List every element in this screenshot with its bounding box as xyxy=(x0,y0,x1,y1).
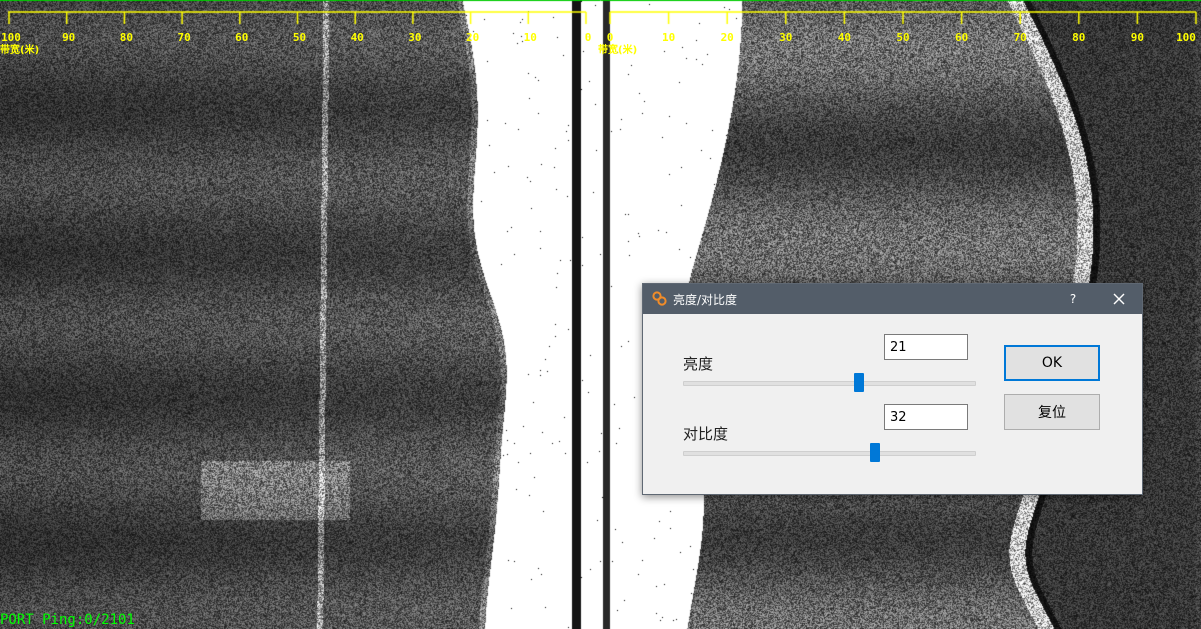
starboard-unit-label: 带宽(米) xyxy=(598,45,638,56)
port-scale-label: 40 xyxy=(350,31,364,44)
port-scale-label: 10 xyxy=(523,31,537,44)
reset-button[interactable]: 复位 xyxy=(1004,394,1100,430)
ping-status-text: PORT Ping:0/2101 xyxy=(0,612,135,628)
starboard-scale-label: 40 xyxy=(837,31,852,44)
help-button[interactable]: ? xyxy=(1061,284,1085,314)
brightness-slider-track[interactable] xyxy=(683,373,976,392)
starboard-scale-label: 100 xyxy=(1176,31,1196,44)
starboard-scale-label: 10 xyxy=(661,31,676,44)
ok-button[interactable]: OK xyxy=(1004,345,1100,381)
brightness-label: 亮度 xyxy=(683,355,714,373)
starboard-scale-label: 90 xyxy=(1130,31,1145,44)
contrast-slider-thumb[interactable] xyxy=(869,443,880,462)
port-scale-label: 60 xyxy=(235,31,249,44)
brightness-slider-thumb[interactable] xyxy=(853,373,864,392)
starboard-scale-label: 60 xyxy=(954,31,969,44)
brightness-input[interactable] xyxy=(884,334,968,360)
starboard-scale-label: 50 xyxy=(896,31,910,44)
port-scale-label: 90 xyxy=(62,31,76,44)
link-rings-icon xyxy=(652,291,667,306)
contrast-label: 对比度 xyxy=(683,425,729,443)
dialog-titlebar[interactable]: 亮度/对比度 ? xyxy=(643,284,1142,314)
starboard-scale-label: 30 xyxy=(779,31,793,44)
close-button[interactable] xyxy=(1105,284,1133,314)
port-scale-label: 20 xyxy=(465,31,480,44)
port-scale-label: 80 xyxy=(119,31,134,44)
dialog-title: 亮度/对比度 xyxy=(673,293,738,307)
port-scale-label: 50 xyxy=(292,31,307,44)
port-unit-label: 带宽(米) xyxy=(0,45,40,56)
port-scale-label: 0 xyxy=(584,31,592,44)
contrast-input[interactable] xyxy=(884,404,968,430)
port-scale-label: 70 xyxy=(177,31,191,44)
dialog-body: 亮度 对比度 OK 复位 xyxy=(643,315,1142,494)
starboard-scale-label: 70 xyxy=(1013,31,1027,44)
starboard-scale-label: 20 xyxy=(720,31,734,44)
starboard-scale-label: 80 xyxy=(1072,31,1086,44)
brightness-contrast-dialog: 亮度/对比度 ? 亮度 对比度 OK 复位 xyxy=(642,283,1143,495)
close-icon xyxy=(1113,293,1125,305)
contrast-slider-track[interactable] xyxy=(683,443,976,462)
port-scale-label: 30 xyxy=(408,31,422,44)
